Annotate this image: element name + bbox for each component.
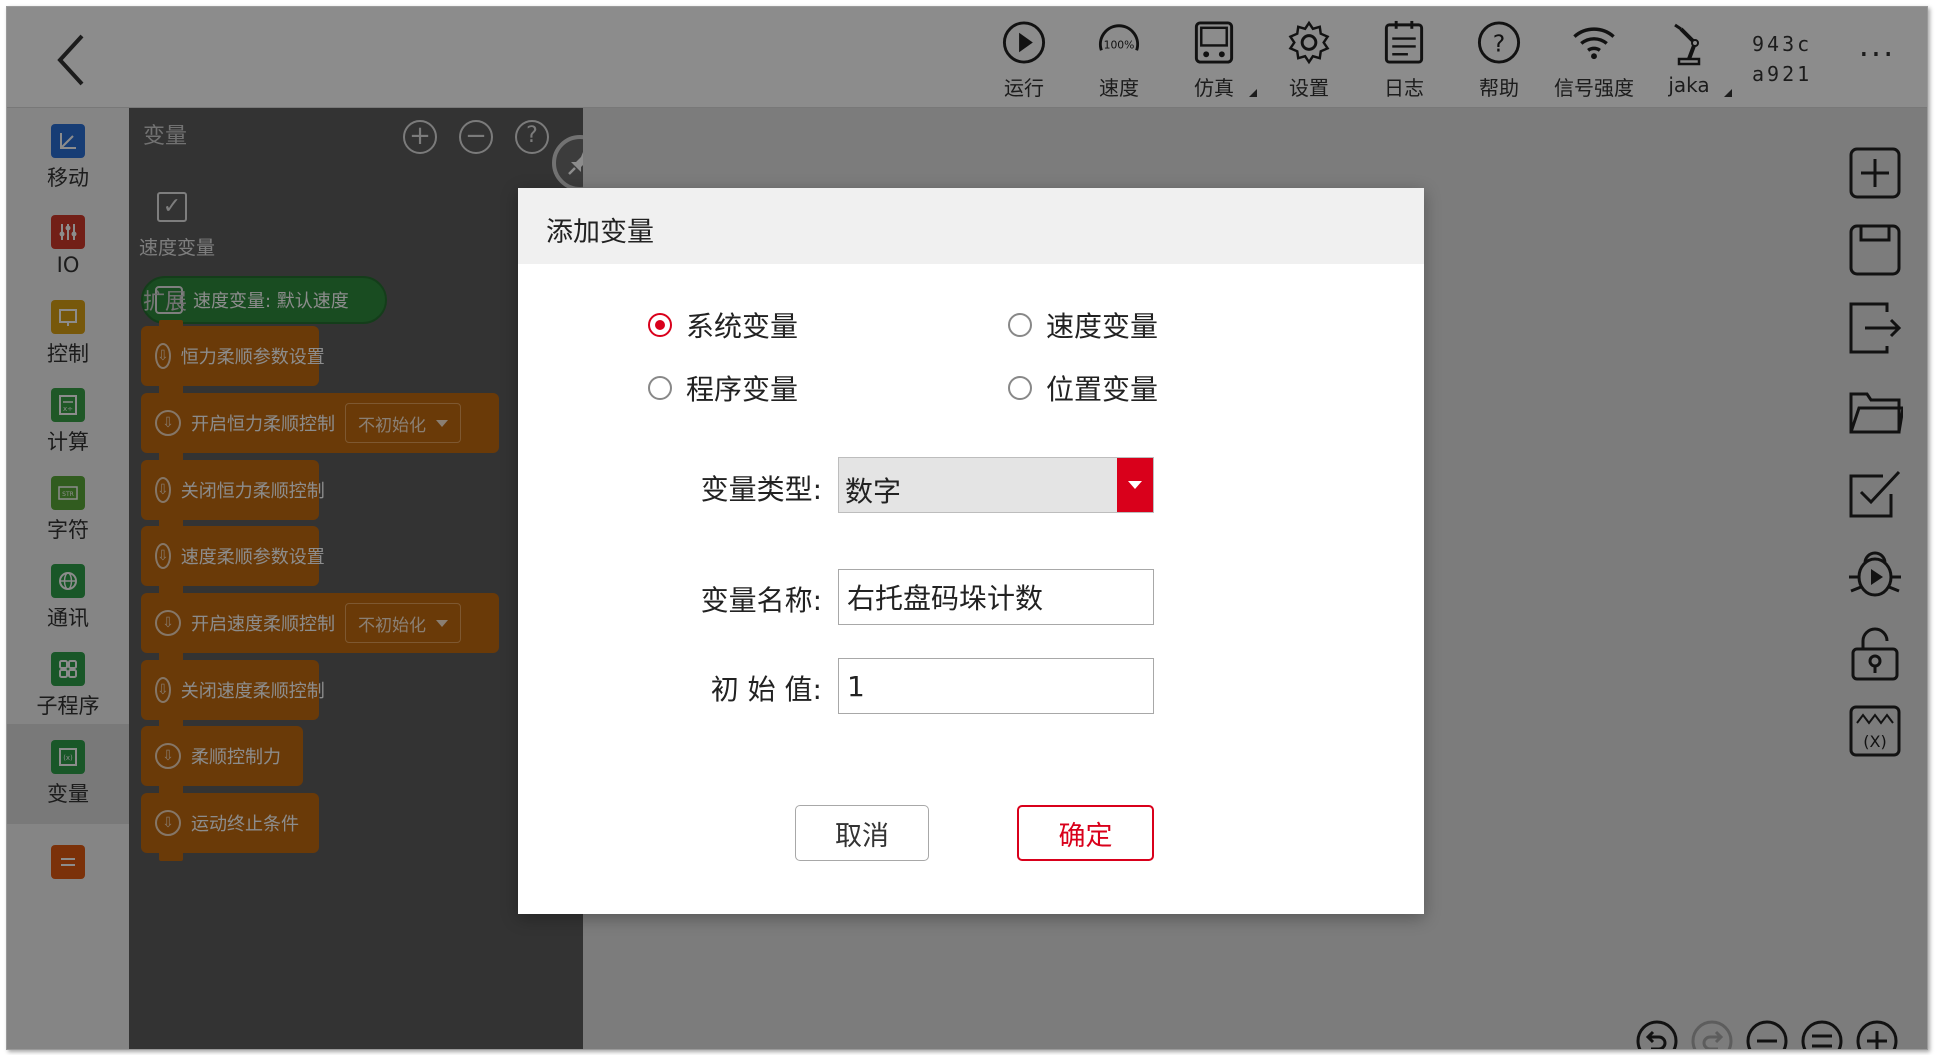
dropdown-arrow-icon[interactable]: [1117, 458, 1153, 512]
radio-label: 位置变量: [1046, 373, 1159, 406]
radio-label: 速度变量: [1046, 310, 1159, 343]
confirm-button[interactable]: 确定: [1017, 805, 1154, 861]
app-window: 运行 100% 速度 仿真 设置 日志 ? 帮助 信号强度 jaka 943c …: [6, 6, 1928, 1050]
variable-name-input[interactable]: [838, 569, 1154, 625]
variable-type-label: 变量类型:: [700, 473, 822, 506]
radio-label: 系统变量: [686, 310, 799, 343]
radio-unchecked-icon: [648, 376, 672, 400]
radio-position-variable[interactable]: 位置变量: [1008, 368, 1158, 408]
radio-unchecked-icon: [1008, 376, 1032, 400]
dialog-header: 添加变量: [518, 188, 1424, 264]
radio-system-variable[interactable]: 系统变量: [648, 305, 798, 345]
radio-speed-variable[interactable]: 速度变量: [1008, 305, 1158, 345]
cancel-button[interactable]: 取消: [795, 805, 929, 861]
variable-name-label: 变量名称:: [700, 584, 822, 617]
radio-unchecked-icon: [1008, 313, 1032, 337]
add-variable-dialog: 添加变量 系统变量 速度变量 程序变量 位置变量 变量类型: 数字 变量名称: …: [518, 188, 1424, 914]
initial-value-label: 初 始 值:: [710, 673, 822, 706]
variable-type-select[interactable]: 数字: [838, 457, 1154, 513]
dialog-title: 添加变量: [546, 217, 654, 248]
radio-program-variable[interactable]: 程序变量: [648, 368, 798, 408]
radio-checked-icon: [648, 313, 672, 337]
initial-value-input[interactable]: [838, 658, 1154, 714]
variable-type-value: 数字: [845, 475, 902, 508]
radio-label: 程序变量: [686, 373, 799, 406]
